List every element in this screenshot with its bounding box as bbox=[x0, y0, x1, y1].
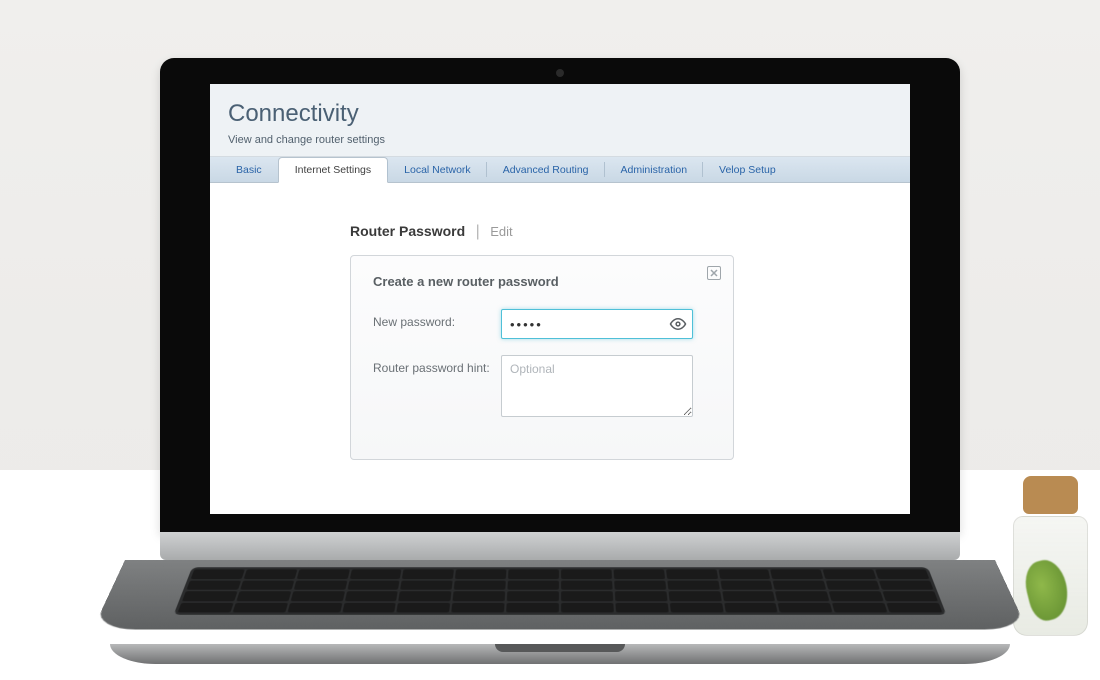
tab-advanced-routing[interactable]: Advanced Routing bbox=[487, 157, 605, 182]
page-title: Connectivity bbox=[228, 100, 910, 128]
new-password-input[interactable] bbox=[501, 309, 693, 339]
panel-title: Create a new router password bbox=[373, 274, 711, 289]
section-separator: | bbox=[476, 223, 480, 240]
tab-local-network[interactable]: Local Network bbox=[388, 157, 487, 182]
content-area: Router Password | Edit Create a new rout… bbox=[210, 183, 910, 514]
tab-velop-setup[interactable]: Velop Setup bbox=[703, 157, 792, 182]
password-hint-input[interactable] bbox=[501, 355, 693, 417]
tab-administration[interactable]: Administration bbox=[605, 157, 704, 182]
new-password-label: New password: bbox=[373, 309, 501, 329]
tab-basic[interactable]: Basic bbox=[220, 157, 278, 182]
section-title: Router Password bbox=[350, 223, 465, 239]
jar-decor bbox=[1013, 476, 1088, 636]
laptop: Connectivity View and change router sett… bbox=[160, 58, 960, 664]
section-header: Router Password | Edit bbox=[350, 223, 910, 241]
edit-link[interactable]: Edit bbox=[490, 224, 512, 239]
tab-internet-settings[interactable]: Internet Settings bbox=[278, 157, 388, 183]
show-password-icon[interactable] bbox=[669, 315, 687, 333]
page-header: Connectivity View and change router sett… bbox=[210, 84, 910, 157]
keyboard bbox=[174, 567, 947, 615]
router-admin-screen: Connectivity View and change router sett… bbox=[210, 84, 910, 514]
tab-bar: BasicInternet SettingsLocal NetworkAdvan… bbox=[210, 157, 910, 183]
close-icon[interactable] bbox=[707, 266, 721, 280]
router-password-panel: Create a new router password New passwor… bbox=[350, 255, 734, 460]
page-subtitle: View and change router settings bbox=[228, 134, 910, 146]
webcam-dot bbox=[556, 69, 564, 77]
password-hint-label: Router password hint: bbox=[373, 355, 501, 375]
